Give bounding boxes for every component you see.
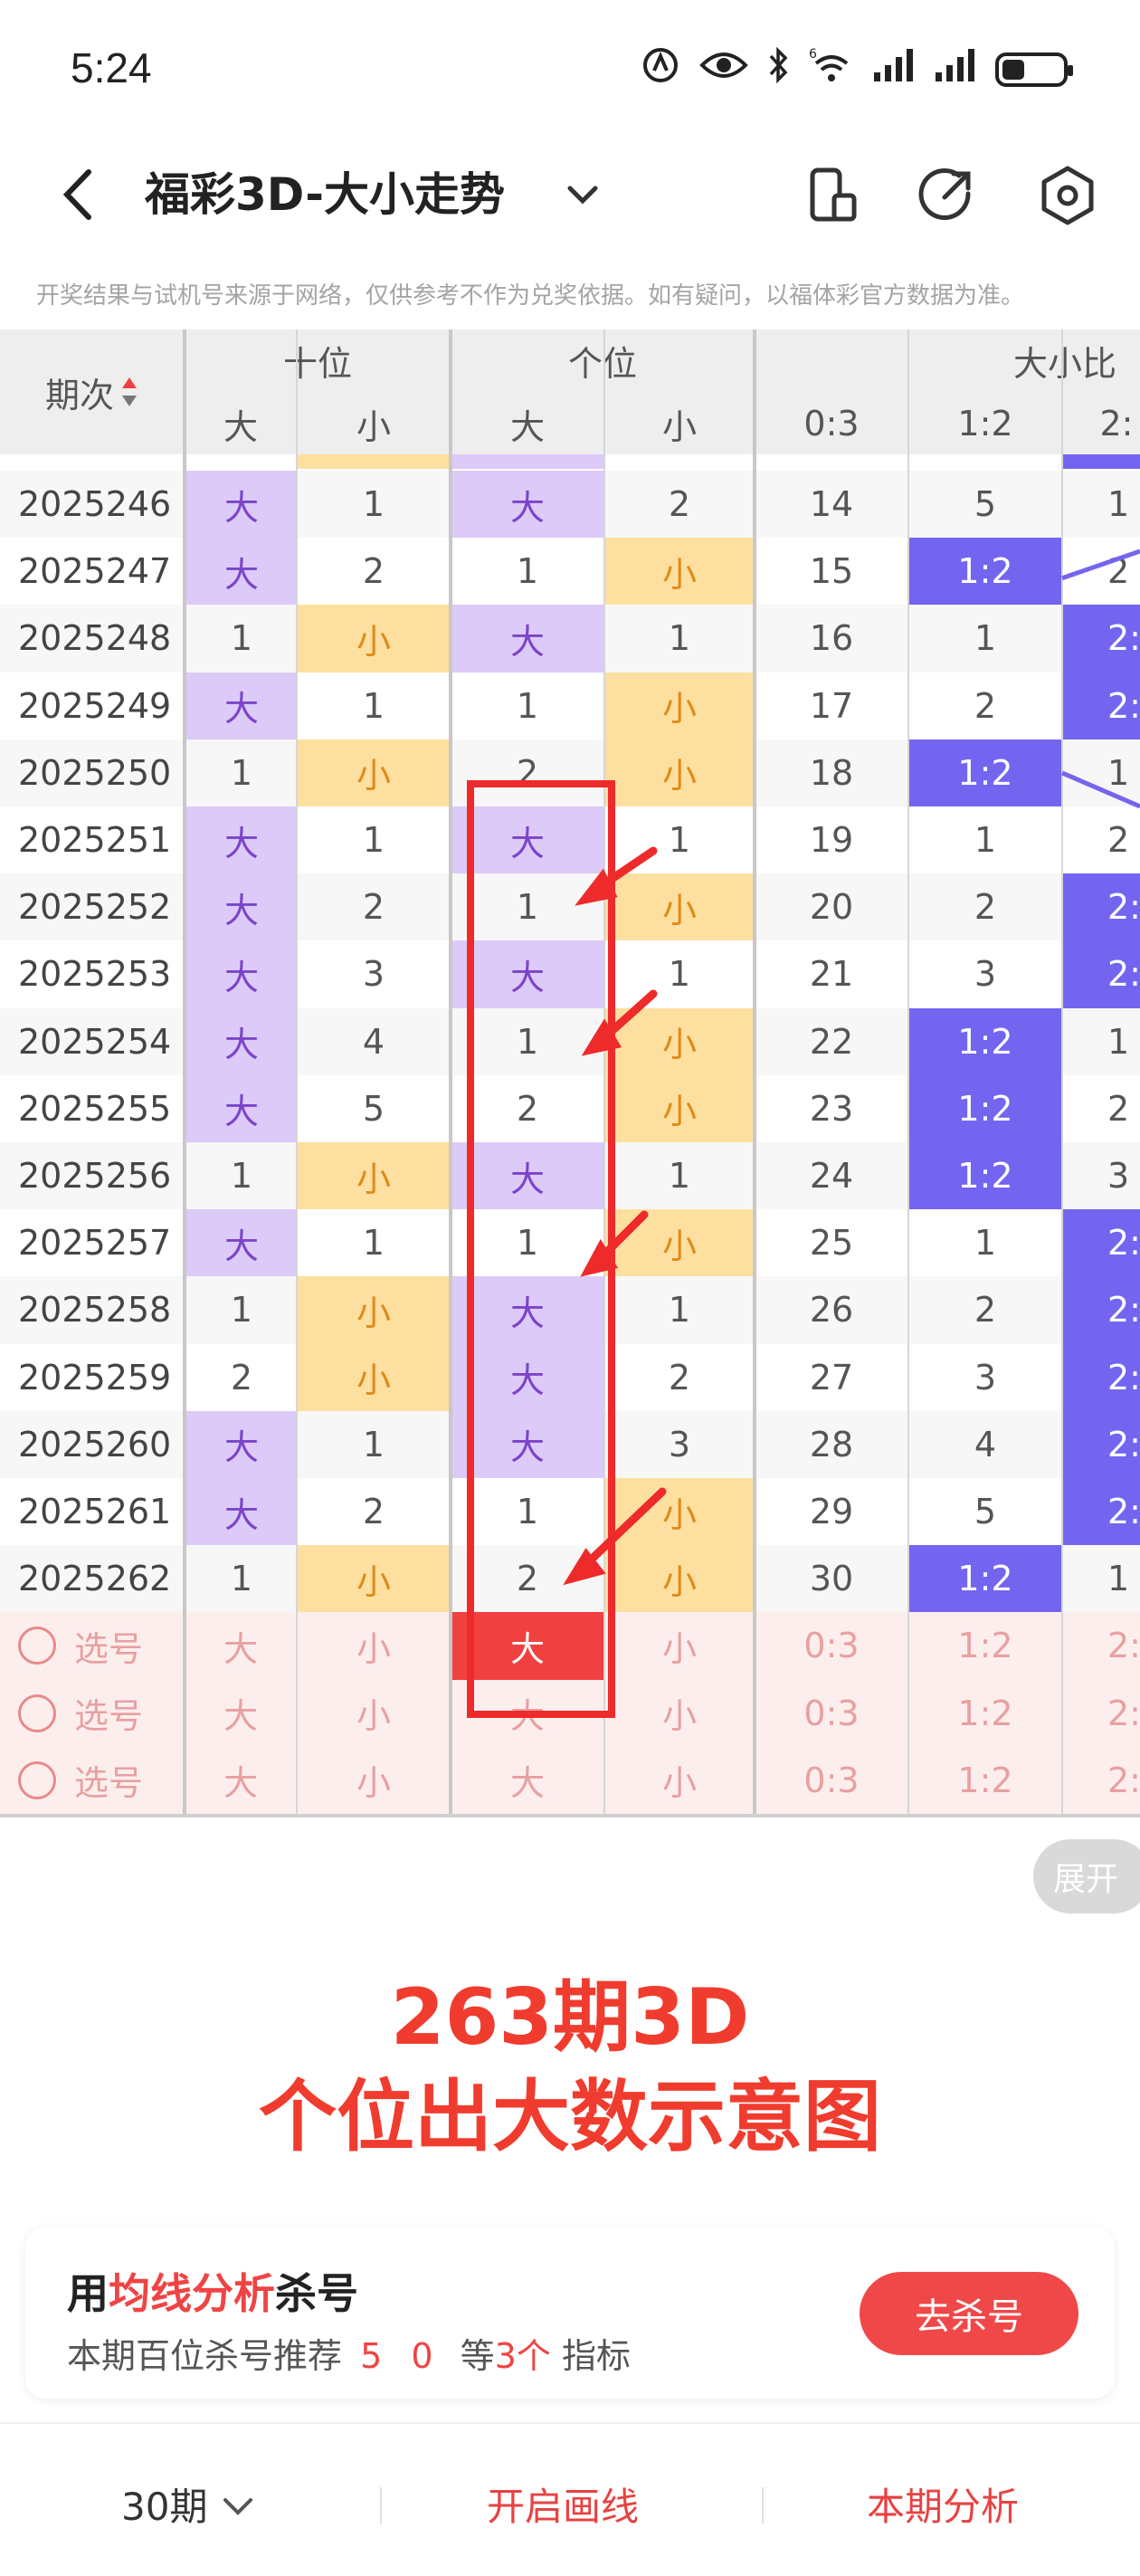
overlay-line-1: 263期3D	[390, 1972, 750, 2063]
period-analysis-button[interactable]: 本期分析	[867, 2476, 1019, 2532]
overlay-line-2: 个位出大数示意图	[259, 2072, 881, 2162]
promo-subtitle: 本期百位杀号推荐 5 0 等3个 指标	[67, 2328, 631, 2378]
promo-card[interactable]: 用均线分析杀号 本期百位杀号推荐 5 0 等3个 指标 去杀号	[25, 2227, 1115, 2399]
promo-sub-prefix: 本期百位杀号推荐	[67, 2336, 343, 2376]
bottom-separator	[380, 2487, 382, 2524]
kill-number-button[interactable]: 去杀号	[860, 2272, 1078, 2355]
annotation-arrows	[563, 846, 667, 1586]
promo-sub-mid: 等	[460, 2336, 495, 2376]
promo-title: 用均线分析杀号	[67, 2261, 358, 2321]
promo-suffix: 杀号	[275, 2269, 358, 2318]
draw-line-button[interactable]: 开启画线	[487, 2476, 639, 2532]
period-label: 30期	[121, 2485, 208, 2529]
promo-sub-suffix: 指标	[561, 2336, 631, 2376]
promo-count: 3个	[494, 2336, 551, 2376]
promo-prefix: 用	[67, 2269, 109, 2318]
bottom-bar: 30期 开启画线 本期分析	[0, 2422, 1140, 2576]
chevron-down-icon	[223, 2498, 252, 2515]
overlay-caption: 263期3D 个位出大数示意图	[0, 1968, 1140, 2167]
annotation-arrow-1	[575, 868, 618, 906]
promo-numbers: 5 0	[360, 2336, 442, 2376]
period-selector[interactable]: 30期	[121, 2476, 256, 2532]
promo-highlight: 均线分析	[109, 2269, 275, 2318]
bottom-separator	[762, 2487, 764, 2524]
